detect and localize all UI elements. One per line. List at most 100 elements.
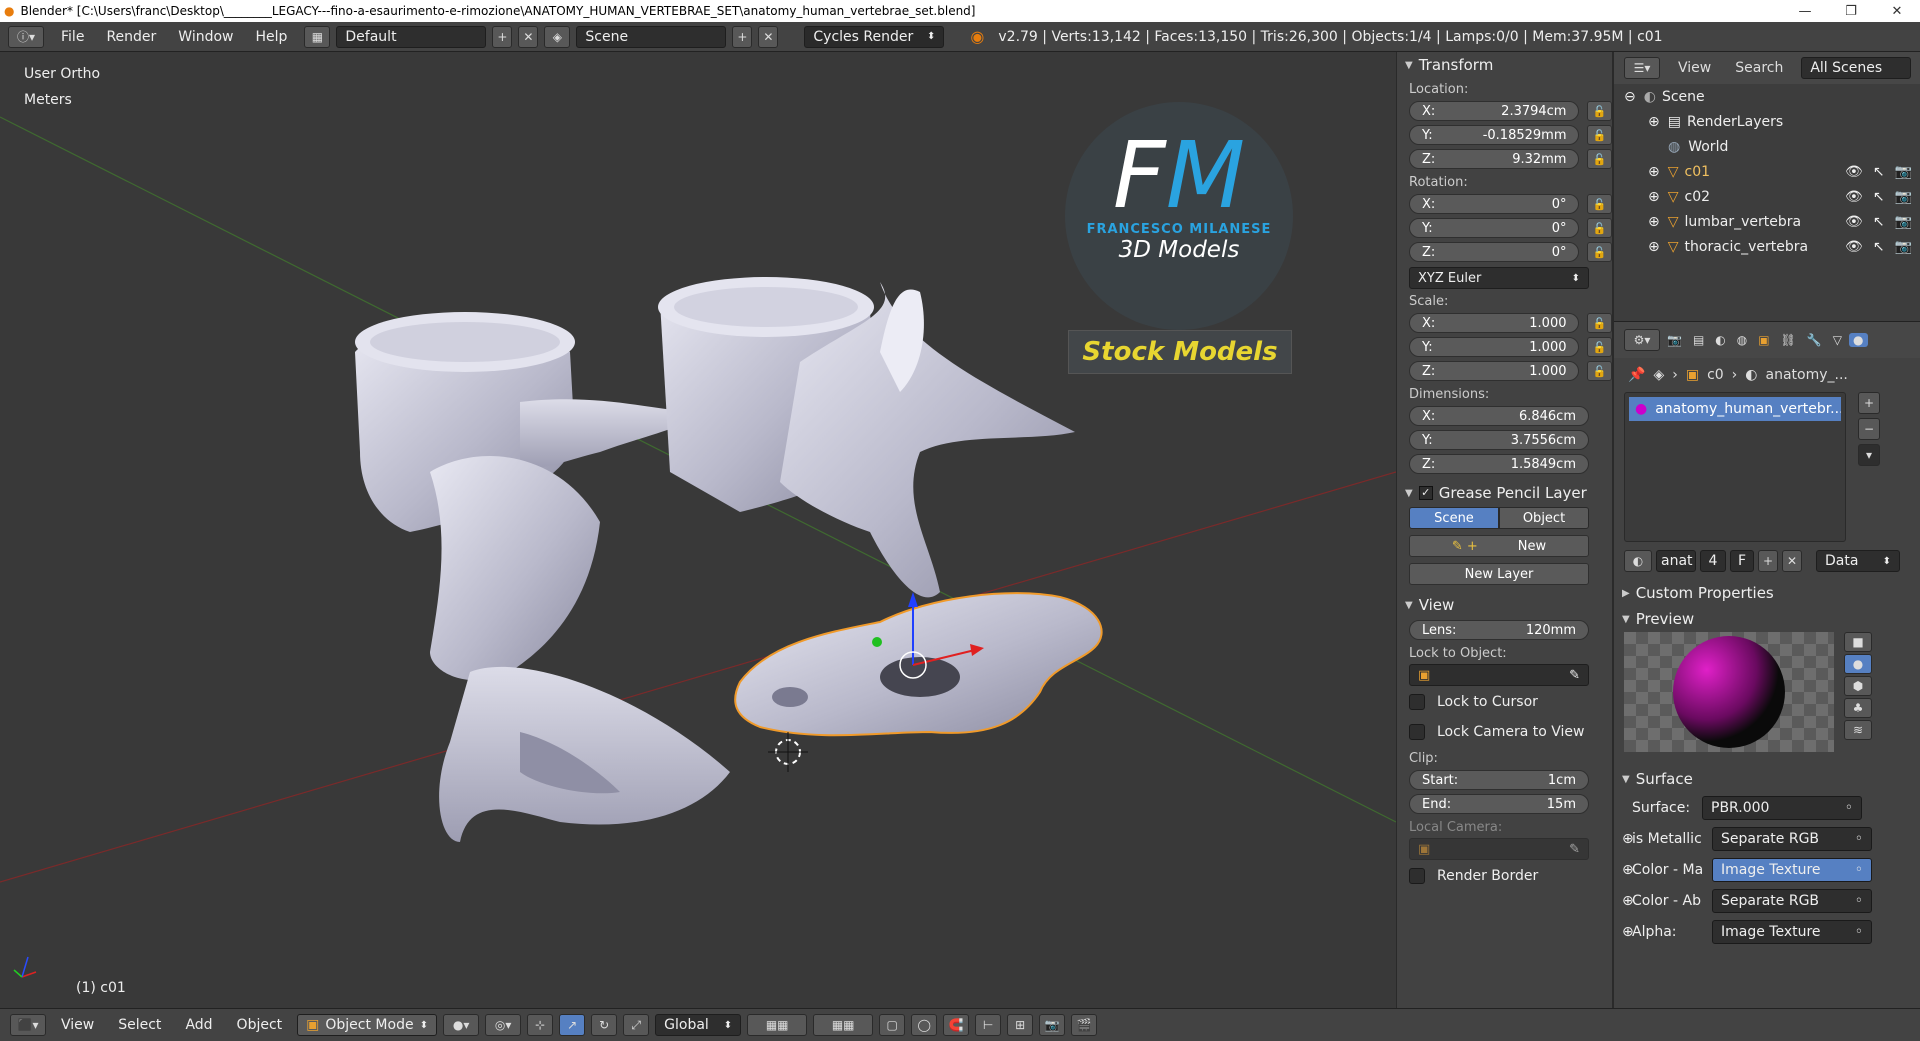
menu-object[interactable]: Object	[228, 1017, 292, 1033]
input-button-metallic[interactable]: Separate RGB ◦	[1712, 826, 1872, 851]
outliner-item-thoracic[interactable]: ⊕ ▽ thoracic_vertebra 👁 ↖ 📷	[1614, 234, 1920, 259]
scale-x-lock-icon[interactable]: 🔓	[1587, 313, 1612, 333]
material-users-count[interactable]: 4	[1700, 550, 1726, 572]
expand-icon[interactable]: ⊕	[1622, 924, 1634, 940]
input-button-alpha[interactable]: Image Texture ◦	[1712, 919, 1872, 944]
preview-cube-icon[interactable]: ⬢	[1844, 676, 1872, 696]
minimize-button[interactable]: —	[1782, 4, 1828, 19]
lens-field[interactable]: Lens: 120mm	[1409, 620, 1589, 640]
lock-layers-icon[interactable]: ▢	[879, 1014, 906, 1036]
expand-icon[interactable]: ⊕	[1648, 189, 1660, 205]
menu-add[interactable]: Add	[176, 1017, 221, 1033]
eye-icon[interactable]: 👁	[1845, 164, 1863, 180]
location-x-lock-icon[interactable]: 🔓	[1587, 101, 1612, 121]
material-tab-icon[interactable]: ●	[1849, 333, 1868, 347]
cursor-icon[interactable]: ↖	[1873, 164, 1885, 180]
collapse-icon[interactable]: ⊖	[1624, 89, 1636, 105]
scale-z-field[interactable]: Z: 1.000	[1409, 361, 1580, 381]
expand-icon[interactable]: ⊕	[1648, 114, 1660, 130]
eye-icon[interactable]: 👁	[1845, 239, 1863, 255]
lock-object-field[interactable]: ▣ ✎	[1409, 664, 1589, 686]
remove-slot-icon[interactable]: −	[1858, 418, 1880, 440]
data-tab-icon[interactable]: ▽	[1829, 333, 1846, 347]
layers-tab-icon[interactable]: ▤	[1689, 333, 1708, 347]
menu-file[interactable]: File	[50, 29, 95, 45]
cursor-icon[interactable]: ↖	[1873, 214, 1885, 230]
link-dropdown[interactable]: Data ⬍	[1816, 550, 1900, 572]
expand-icon[interactable]: ⊕	[1622, 831, 1634, 847]
outliner-item-world[interactable]: ◍ World	[1614, 134, 1920, 159]
menu-help[interactable]: Help	[244, 29, 298, 45]
new-layer-button[interactable]: New Layer	[1409, 563, 1589, 585]
add-slot-icon[interactable]: +	[1858, 392, 1880, 414]
remove-screen-icon[interactable]: ✕	[518, 25, 539, 48]
custom-properties-header[interactable]: ▶ Custom Properties	[1614, 580, 1920, 606]
slot-specials-icon[interactable]: ▾	[1858, 444, 1880, 466]
layers-grid-icon[interactable]: ▦▦	[747, 1014, 808, 1036]
outliner-menu-view[interactable]: View	[1666, 60, 1723, 76]
scene-icon[interactable]: ◈	[544, 25, 571, 48]
close-button[interactable]: ✕	[1874, 4, 1920, 19]
preview-sphere-icon[interactable]: ●	[1844, 654, 1872, 674]
world-tab-icon[interactable]: ◍	[1733, 333, 1751, 347]
rotation-y-lock-icon[interactable]: 🔓	[1587, 218, 1612, 238]
expand-icon[interactable]: ⊕	[1648, 164, 1660, 180]
translate-manipulator-icon[interactable]: ↗	[559, 1014, 586, 1036]
rotation-z-lock-icon[interactable]: 🔓	[1587, 242, 1612, 262]
outliner-item-c02[interactable]: ⊕ ▽ c02 👁 ↖ 📷	[1614, 184, 1920, 209]
render-icon[interactable]: 📷	[1895, 189, 1912, 205]
outliner-filter-dropdown[interactable]: All Scenes	[1801, 57, 1912, 79]
transform-panel-header[interactable]: ▼ Transform	[1397, 52, 1612, 78]
fake-user-button[interactable]: F	[1730, 550, 1754, 572]
unlink-material-icon[interactable]: ✕	[1782, 550, 1802, 572]
location-z-field[interactable]: Z: 9.32mm	[1409, 149, 1580, 169]
material-browse-icon[interactable]: ◐	[1624, 550, 1652, 572]
expand-icon[interactable]: ⊕	[1648, 239, 1660, 255]
outliner-item-lumbar[interactable]: ⊕ ▽ lumbar_vertebra 👁 ↖ 📷	[1614, 209, 1920, 234]
rotation-x-lock-icon[interactable]: 🔓	[1587, 194, 1612, 214]
maximize-button[interactable]: ❐	[1828, 4, 1874, 19]
lock-cursor-box[interactable]	[1409, 694, 1425, 710]
mode-dropdown[interactable]: ▣ Object Mode ⬍	[297, 1014, 438, 1036]
clip-start-field[interactable]: Start: 1cm	[1409, 770, 1589, 790]
cursor-icon[interactable]: ↖	[1873, 239, 1885, 255]
properties-editor-icon[interactable]: ⚙▾	[1624, 329, 1660, 351]
render-tab-icon[interactable]: 📷	[1663, 333, 1686, 347]
outliner-item-scene[interactable]: ⊖ ◐ Scene	[1614, 84, 1920, 109]
render-icon[interactable]: 📷	[1895, 164, 1912, 180]
opengl-render-icon[interactable]: 📷	[1039, 1014, 1066, 1036]
surface-header[interactable]: ▼ Surface	[1614, 766, 1920, 792]
layers-grid-2-icon[interactable]: ▦▦	[813, 1014, 874, 1036]
eyedropper-icon[interactable]: ✎	[1569, 668, 1580, 683]
input-button-color-ab[interactable]: Separate RGB ◦	[1712, 888, 1872, 913]
eye-icon[interactable]: 👁	[1845, 214, 1863, 230]
lock-camera-box[interactable]	[1409, 724, 1425, 740]
input-button-color-ma[interactable]: Image Texture ◦	[1712, 857, 1872, 882]
cursor-icon[interactable]: ↖	[1873, 189, 1885, 205]
3d-view-editor-icon[interactable]: ⬛▾	[10, 1014, 46, 1036]
material-name-field[interactable]: anat	[1656, 550, 1696, 572]
snap-element-icon[interactable]: ⊢	[975, 1014, 1002, 1036]
scene-field[interactable]: Scene	[576, 25, 727, 48]
rotate-manipulator-icon[interactable]: ↻	[591, 1014, 618, 1036]
scale-z-lock-icon[interactable]: 🔓	[1587, 361, 1612, 381]
grease-pencil-panel-header[interactable]: ▼ ✓ Grease Pencil Layer	[1397, 480, 1612, 506]
rotation-y-field[interactable]: Y: 0°	[1409, 218, 1580, 238]
scene-tab-icon[interactable]: ◐	[1711, 333, 1729, 347]
render-border-box[interactable]	[1409, 868, 1425, 884]
lock-cursor-checkbox[interactable]: Lock to Cursor	[1397, 687, 1612, 717]
location-y-field[interactable]: Y: -0.18529mm	[1409, 125, 1580, 145]
rotation-mode-dropdown[interactable]: XYZ Euler ⬍	[1409, 267, 1589, 289]
scale-y-lock-icon[interactable]: 🔓	[1587, 337, 1612, 357]
menu-select[interactable]: Select	[109, 1017, 170, 1033]
expand-icon[interactable]: ⊕	[1622, 862, 1634, 878]
render-border-checkbox[interactable]: Render Border	[1397, 861, 1612, 891]
orientation-dropdown[interactable]: Global ⬍	[655, 1014, 742, 1036]
object-tab-icon[interactable]: ▣	[1754, 333, 1773, 347]
grease-pencil-checkbox[interactable]: ✓	[1418, 486, 1433, 500]
dimensions-x-field[interactable]: X: 6.846cm	[1409, 406, 1589, 426]
surface-shader-button[interactable]: PBR.000 ◦	[1702, 795, 1862, 820]
opengl-anim-icon[interactable]: 🎬	[1071, 1014, 1098, 1036]
pivot-point-icon[interactable]: ◎▾	[485, 1014, 522, 1036]
location-y-lock-icon[interactable]: 🔓	[1587, 125, 1612, 145]
